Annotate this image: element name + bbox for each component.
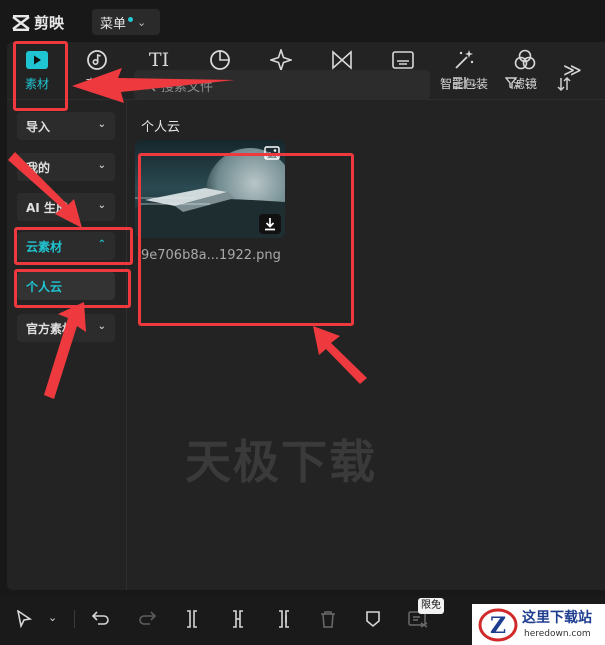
- text-ti-icon: TI: [148, 49, 170, 71]
- sticker-icon: [210, 50, 230, 70]
- site-watermark: Z 这里下载站 heredown.com: [472, 604, 605, 645]
- annotation-box-personal-cloud: [14, 269, 131, 308]
- site-url: heredown.com: [524, 629, 591, 639]
- split-icon[interactable]: [184, 610, 200, 628]
- capcut-logo-icon: [12, 14, 30, 31]
- tab-audio[interactable]: 音频: [69, 48, 125, 96]
- sort-button[interactable]: [556, 76, 572, 92]
- annotation-box-media-tab: [13, 41, 68, 111]
- chevron-down-icon: ⌄: [97, 160, 106, 171]
- sidebar-item-mine[interactable]: 我的 ⌄: [17, 153, 115, 181]
- search-icon: [142, 78, 156, 92]
- title-bar: 剪映 菜单 ⌄: [0, 0, 605, 40]
- app-logo: 剪映: [12, 12, 64, 33]
- magic-wand-icon: [455, 50, 474, 69]
- chevron-down-icon: ⌄: [97, 200, 106, 211]
- redo-icon[interactable]: [138, 610, 156, 626]
- free-badge: 限免: [418, 598, 444, 614]
- site-logo-icon: Z: [478, 608, 518, 642]
- sidebar-item-label: AI 生成: [26, 200, 68, 215]
- notification-dot: [128, 16, 134, 22]
- section-title: 个人云: [141, 120, 181, 135]
- delete-icon[interactable]: [320, 610, 336, 628]
- split-right-icon[interactable]: [276, 610, 292, 628]
- divider: [74, 610, 75, 628]
- site-logo-letter: Z: [490, 613, 506, 639]
- chevron-down-icon: ⌄: [97, 119, 106, 130]
- chevron-down-icon[interactable]: ⌄: [48, 611, 57, 624]
- search-placeholder: 搜索文件: [161, 79, 214, 95]
- annotation-box-file-area: [138, 153, 354, 326]
- chevron-down-icon: ⌄: [470, 77, 479, 89]
- chevron-down-icon: ⌄: [97, 321, 106, 332]
- sidebar-item-ai-generate[interactable]: AI 生成 ⌄: [17, 193, 115, 221]
- watermark-text: 天极下载: [185, 435, 377, 489]
- sidebar-item-label: 导入: [26, 119, 51, 134]
- chevron-down-icon: ⌄: [523, 77, 532, 89]
- menu-button[interactable]: 菜单 ⌄: [92, 9, 160, 35]
- list-view-icon: [453, 77, 466, 89]
- app-name: 剪映: [34, 14, 65, 32]
- split-left-icon[interactable]: [230, 610, 246, 628]
- transition-bowtie-icon: [332, 50, 352, 70]
- sidebar-item-official-media[interactable]: 官方素材 ⌄: [17, 314, 115, 342]
- filter-button[interactable]: ⌄: [505, 76, 531, 90]
- search-input[interactable]: 搜索文件: [134, 70, 430, 100]
- sidebar: 导入 ⌄ 我的 ⌄ AI 生成 ⌄ 云素材 ⌃ 个人云 官方素材 ⌄: [7, 100, 127, 590]
- filter-circles-icon: [514, 49, 536, 70]
- menu-label: 菜单: [100, 16, 127, 32]
- site-title: 这里下载站: [522, 610, 592, 626]
- tab-label: 音频: [84, 77, 109, 91]
- sparkle-star-icon: [270, 49, 292, 71]
- view-mode-button[interactable]: ⌄: [452, 76, 478, 90]
- sidebar-item-label: 官方素材: [26, 321, 75, 336]
- filter-funnel-icon: [505, 77, 520, 90]
- sort-arrows-icon: [557, 76, 571, 92]
- select-cursor-icon[interactable]: [16, 610, 32, 628]
- caption-box-icon: [392, 51, 414, 69]
- chevron-down-icon: ⌄: [137, 15, 147, 29]
- music-note-icon: [87, 50, 107, 70]
- annotation-box-cloud-media: [14, 227, 133, 265]
- sidebar-item-label: 我的: [26, 160, 51, 175]
- marker-icon[interactable]: [365, 610, 381, 628]
- undo-icon[interactable]: [92, 610, 110, 626]
- sidebar-item-import[interactable]: 导入 ⌄: [17, 112, 115, 140]
